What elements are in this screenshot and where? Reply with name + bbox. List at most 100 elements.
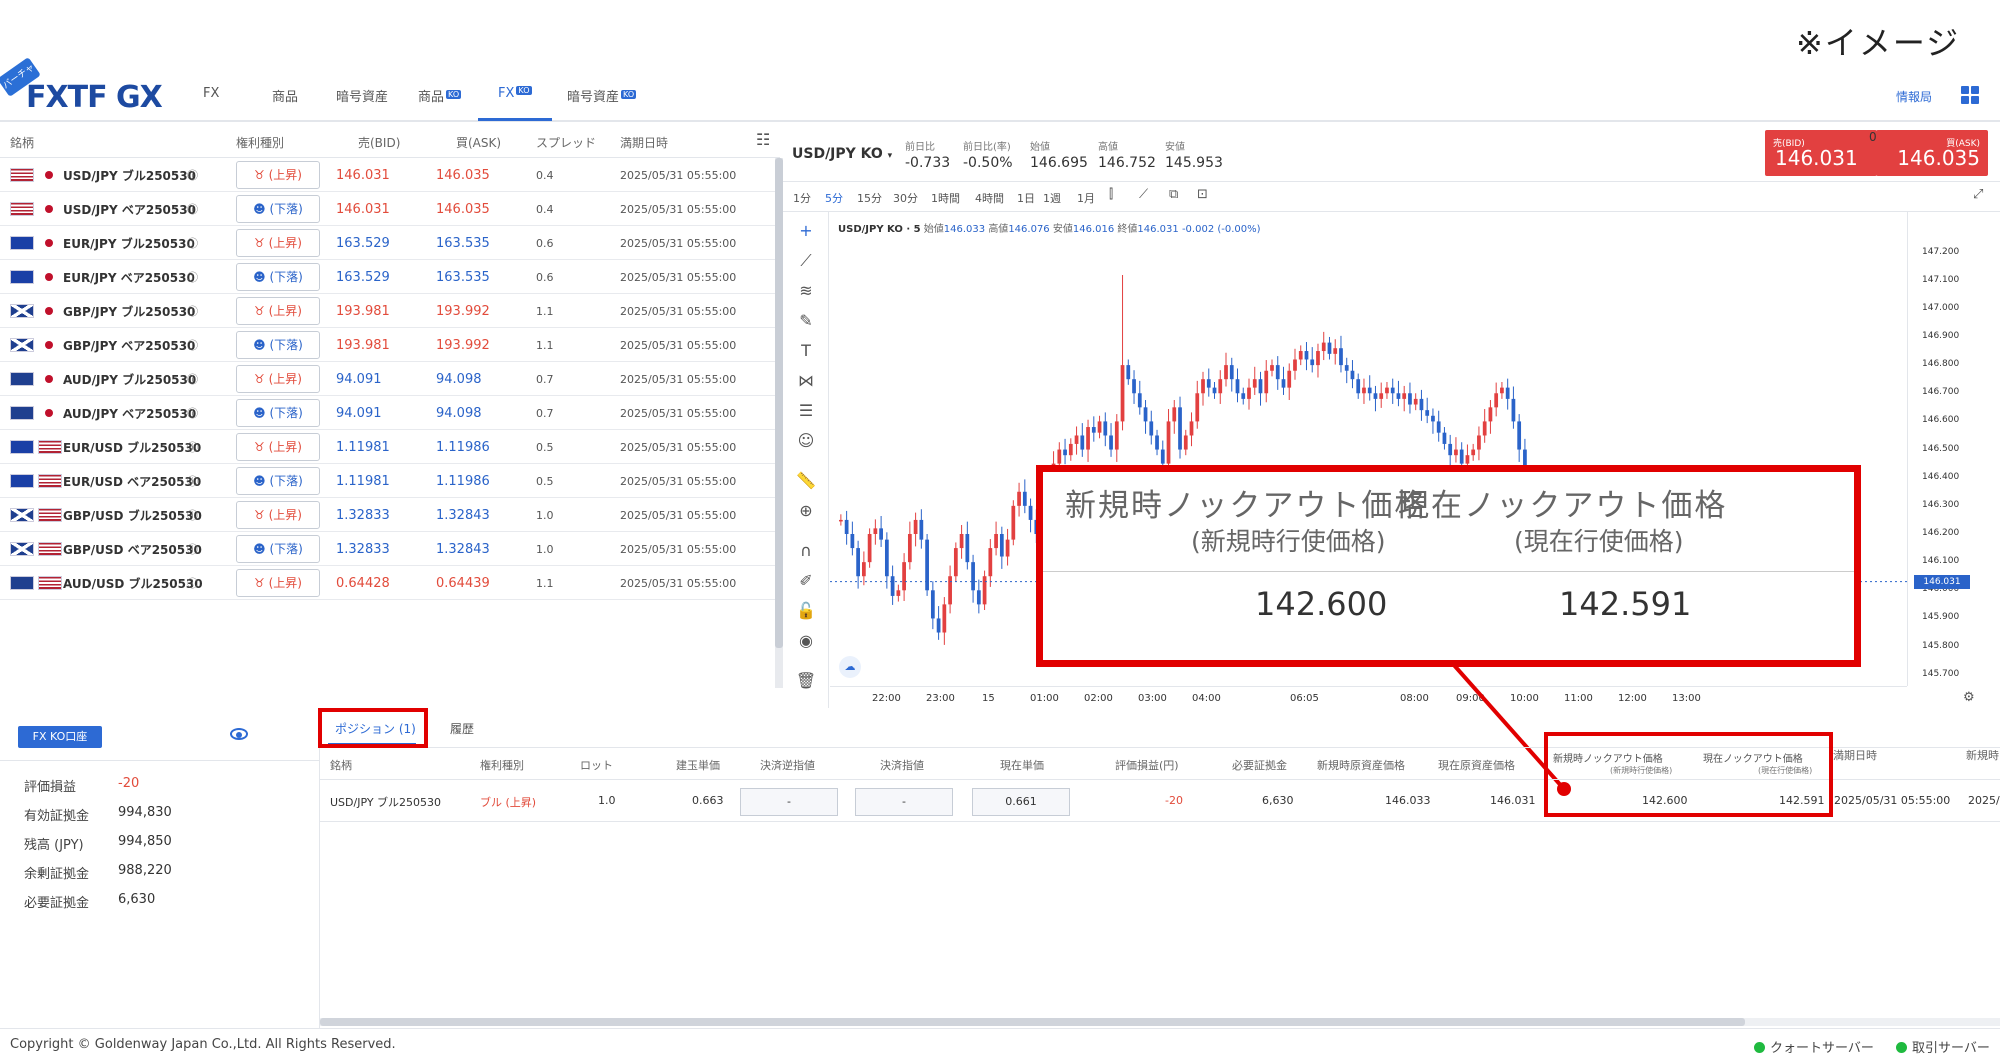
tf-1d[interactable]: 1日 (1017, 190, 1035, 206)
bear-type-button[interactable]: ☻ (下落) (236, 399, 320, 427)
forecast-icon[interactable]: ☰ (795, 400, 817, 422)
bull-type-button[interactable]: ♉ (上昇) (236, 161, 320, 189)
row-ask[interactable]: 193.992 (436, 304, 490, 319)
positions-scrollbar[interactable] (320, 1018, 2000, 1026)
tf-1mo[interactable]: 1月 (1077, 190, 1095, 206)
bull-type-button[interactable]: ♉ (上昇) (236, 229, 320, 257)
trendline-icon[interactable]: ⟋ (795, 250, 817, 272)
tab-history[interactable]: 履歴 (450, 720, 474, 737)
row-ask[interactable]: 163.535 (436, 236, 490, 251)
eye-icon[interactable] (230, 728, 248, 740)
tf-15m[interactable]: 15分 (857, 190, 882, 206)
visibility-icon[interactable]: ◉ (795, 630, 817, 652)
pattern-icon[interactable]: ⋈ (795, 370, 817, 392)
row-bid[interactable]: 94.091 (336, 406, 382, 421)
app-logo[interactable]: FXTF GX (26, 80, 163, 115)
market-row[interactable]: EUR/USD ベア250530 ⓘ ☻ (下落) 1.11981 1.11986 0.5… (0, 464, 775, 498)
row-ask[interactable]: 146.035 (436, 168, 490, 183)
bear-type-button[interactable]: ☻ (下落) (236, 467, 320, 495)
info-icon[interactable]: ⓘ (187, 439, 198, 455)
info-icon[interactable]: ⓘ (187, 405, 198, 421)
market-row[interactable]: AUD/JPY ブル250530 ⓘ ♉ (上昇) 94.091 94.098 0.7 20… (0, 362, 775, 396)
text-icon[interactable]: T (795, 340, 817, 362)
market-row[interactable]: AUD/USD ブル250530 ⓘ ♉ (上昇) 0.64428 0.64439 1.1… (0, 566, 775, 600)
indicator-icon[interactable]: ⟋ (1139, 187, 1148, 202)
price-axis[interactable]: 147.200 147.100 147.000 146.900 146.800 146.7… (1907, 212, 2000, 686)
bear-type-button[interactable]: ☻ (下落) (236, 195, 320, 223)
tf-4h[interactable]: 4時間 (975, 190, 1004, 206)
bull-type-button[interactable]: ♉ (上昇) (236, 433, 320, 461)
apps-grid-icon[interactable] (1961, 86, 1979, 104)
fullscreen-icon[interactable]: ⤢ (1973, 187, 1983, 202)
row-bid[interactable]: 1.11981 (336, 440, 390, 455)
info-icon[interactable]: ⓘ (187, 201, 198, 217)
row-bid[interactable]: 0.64428 (336, 576, 390, 591)
table-settings-icon[interactable]: ☷ (756, 130, 770, 149)
row-ask[interactable]: 94.098 (436, 372, 482, 387)
tf-1w[interactable]: 1週 (1043, 190, 1061, 206)
market-row[interactable]: EUR/JPY ブル250530 ⓘ ♉ (上昇) 163.529 163.535 0.6… (0, 226, 775, 260)
row-ask[interactable]: 1.32843 (436, 542, 490, 557)
brush-icon[interactable]: ✎ (795, 310, 817, 332)
row-bid[interactable]: 193.981 (336, 304, 390, 319)
row-bid[interactable]: 163.529 (336, 270, 390, 285)
buy-button[interactable]: 買(ASK) 146.035 (1876, 130, 1988, 176)
market-row[interactable]: GBP/USD ブル250530 ⓘ ♉ (上昇) 1.32833 1.32843 1.0… (0, 498, 775, 532)
info-icon[interactable]: ⓘ (187, 235, 198, 251)
chart-settings-icon[interactable]: ⚙ (1963, 690, 1975, 705)
market-row[interactable]: AUD/JPY ベア250530 ⓘ ☻ (下落) 94.091 94.098 0.7 20… (0, 396, 775, 430)
snapshot-icon[interactable]: ⊡ (1197, 187, 1208, 202)
info-icon[interactable]: ⓘ (187, 337, 198, 353)
row-ask[interactable]: 1.32843 (436, 508, 490, 523)
trash-icon[interactable]: 🗑 (795, 670, 817, 692)
ruler-icon[interactable]: 📏 (795, 470, 817, 492)
sell-button[interactable]: 売(BID) 146.031 (1765, 130, 1877, 176)
chart-symbol-select[interactable]: USD/JPY KO ▾ (792, 146, 892, 162)
row-bid[interactable]: 1.32833 (336, 542, 390, 557)
info-icon[interactable]: ⓘ (187, 575, 198, 591)
lock-drawing-icon[interactable]: ✐ (795, 570, 817, 592)
lock-icon[interactable]: 🔓 (795, 600, 817, 622)
row-bid[interactable]: 146.031 (336, 168, 390, 183)
info-link[interactable]: 情報局 (1896, 88, 1932, 105)
take-profit-input[interactable]: - (855, 788, 953, 816)
fx-ko-account-button[interactable]: FX KO口座 (18, 726, 102, 748)
row-ask[interactable]: 1.11986 (436, 474, 490, 489)
row-ask[interactable]: 94.098 (436, 406, 482, 421)
tf-30m[interactable]: 30分 (893, 190, 918, 206)
row-bid[interactable]: 1.32833 (336, 508, 390, 523)
market-row[interactable]: GBP/USD ベア250530 ⓘ ☻ (下落) 1.32833 1.32843 1.0… (0, 532, 775, 566)
fib-icon[interactable]: ≋ (795, 280, 817, 302)
row-bid[interactable]: 94.091 (336, 372, 382, 387)
row-bid[interactable]: 146.031 (336, 202, 390, 217)
info-icon[interactable]: ⓘ (187, 269, 198, 285)
info-icon[interactable]: ⓘ (187, 507, 198, 523)
nav-fx-ko[interactable]: FX KO (498, 86, 532, 101)
info-icon[interactable]: ⓘ (187, 167, 198, 183)
tf-1h[interactable]: 1時間 (931, 190, 960, 206)
nav-commodity[interactable]: 商品 (272, 86, 298, 105)
zoom-in-icon[interactable]: ⊕ (795, 500, 817, 522)
bear-type-button[interactable]: ☻ (下落) (236, 535, 320, 563)
bull-type-button[interactable]: ♉ (上昇) (236, 569, 320, 597)
info-icon[interactable]: ⓘ (187, 473, 198, 489)
row-ask[interactable]: 0.64439 (436, 576, 490, 591)
market-row[interactable]: EUR/USD ブル250530 ⓘ ♉ (上昇) 1.11981 1.11986 0.5… (0, 430, 775, 464)
bull-type-button[interactable]: ♉ (上昇) (236, 297, 320, 325)
crosshair-icon[interactable]: + (795, 220, 817, 242)
time-axis[interactable]: 22:00 23:00 15 01:00 02:00 03:00 04:00 06:05 08:… (830, 686, 1907, 708)
row-bid[interactable]: 193.981 (336, 338, 390, 353)
bull-type-button[interactable]: ♉ (上昇) (236, 365, 320, 393)
tradingview-icon[interactable]: ☁ (839, 656, 861, 678)
emoji-icon[interactable]: ☺ (795, 430, 817, 452)
row-ask[interactable]: 163.535 (436, 270, 490, 285)
market-row[interactable]: GBP/JPY ブル250530 ⓘ ♉ (上昇) 193.981 193.992 1.1… (0, 294, 775, 328)
row-ask[interactable]: 193.992 (436, 338, 490, 353)
info-icon[interactable]: ⓘ (187, 303, 198, 319)
tf-1m[interactable]: 1分 (793, 190, 811, 206)
bear-type-button[interactable]: ☻ (下落) (236, 331, 320, 359)
tf-5m[interactable]: 5分 (825, 190, 843, 206)
market-table-scrollbar[interactable] (775, 158, 783, 688)
nav-crypto-ko[interactable]: 暗号資産 KO (567, 86, 637, 105)
stop-loss-input[interactable]: - (740, 788, 838, 816)
